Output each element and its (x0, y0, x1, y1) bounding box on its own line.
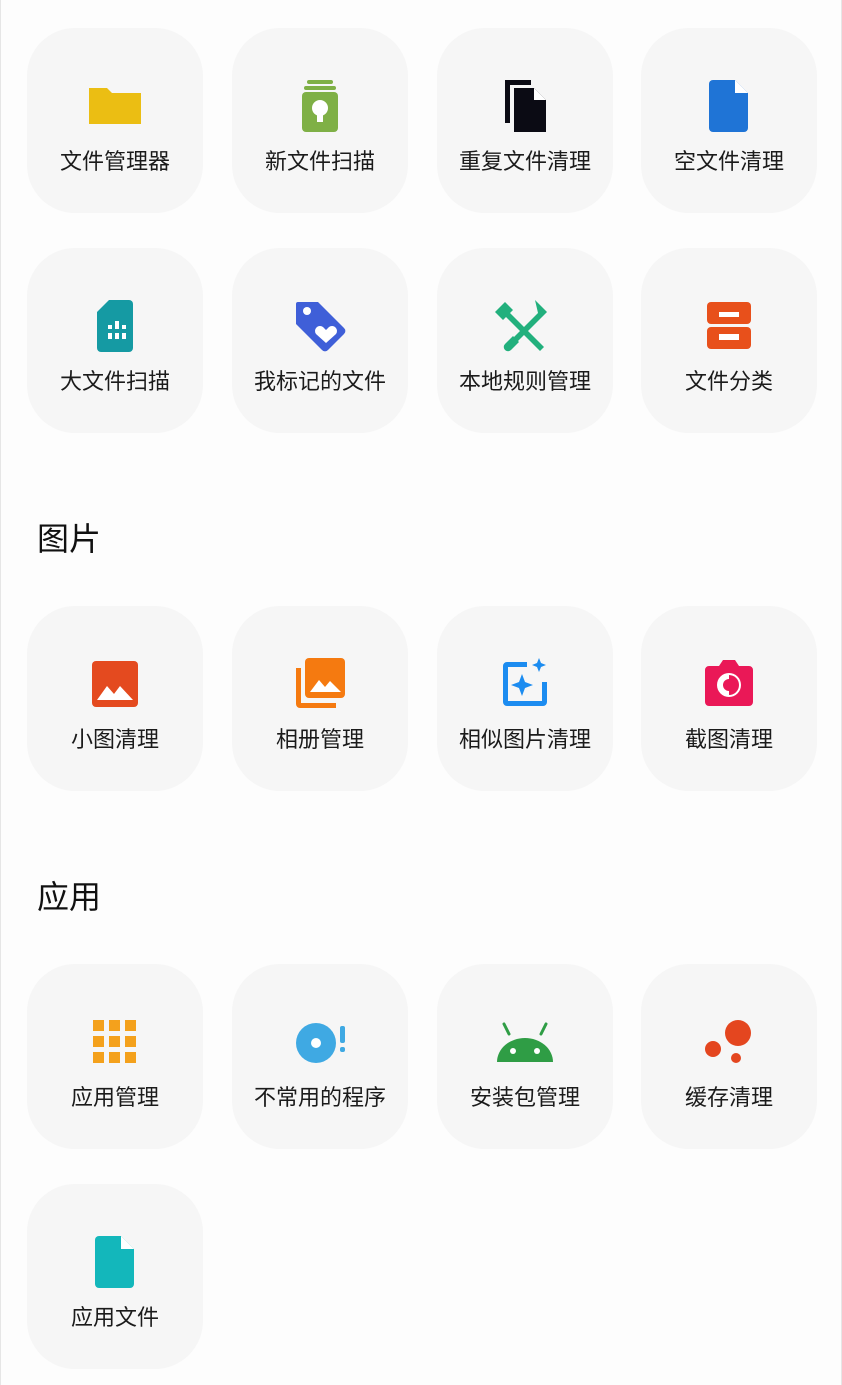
inbox-tray-icon (699, 296, 759, 356)
app-files-tile[interactable]: 应用文件 (27, 1184, 203, 1369)
camera-icon (699, 654, 759, 714)
images-section-title: 图片 (37, 520, 102, 558)
tile-label: 安装包管理 (469, 1086, 580, 1111)
similar-images-tile[interactable]: 相似图片清理 (437, 606, 613, 791)
tile-label: 大文件扫描 (59, 370, 170, 395)
apps-section-title: 应用 (37, 878, 102, 916)
file-category-tile[interactable]: 文件分类 (641, 248, 817, 433)
marked-files-tile[interactable]: 我标记的文件 (232, 248, 408, 433)
tile-label: 应用管理 (70, 1086, 159, 1111)
tile-label: 空文件清理 (673, 150, 784, 175)
tile-label: 缓存清理 (684, 1086, 773, 1111)
tile-label: 不常用的程序 (253, 1086, 386, 1111)
sparkle-image-icon (495, 654, 555, 714)
cache-bubbles-icon (699, 1012, 759, 1072)
new-file-scan-tile[interactable]: 新文件扫描 (232, 28, 408, 213)
image-icon (85, 654, 145, 714)
tile-label: 本地规则管理 (458, 370, 591, 395)
tile-label: 我标记的文件 (253, 370, 386, 395)
file-manager-tile[interactable]: 文件管理器 (27, 28, 203, 213)
heart-tag-icon (290, 296, 350, 356)
tile-label: 相似图片清理 (458, 728, 591, 753)
sd-card-icon (85, 296, 145, 356)
unused-apps-tile[interactable]: 不常用的程序 (232, 964, 408, 1149)
tools-icon (495, 296, 555, 356)
tools-page: 文件管理器 新文件扫描 重复文件清理 空文件清理 大文件扫描 我标记的文件 本地… (0, 0, 842, 1385)
screenshot-cleanup-tile[interactable]: 截图清理 (641, 606, 817, 791)
android-icon (495, 1012, 555, 1072)
cache-cleanup-tile[interactable]: 缓存清理 (641, 964, 817, 1149)
tile-label: 新文件扫描 (264, 150, 375, 175)
app-manage-tile[interactable]: 应用管理 (27, 964, 203, 1149)
empty-file-tile[interactable]: 空文件清理 (641, 28, 817, 213)
large-file-scan-tile[interactable]: 大文件扫描 (27, 248, 203, 433)
photo-library-icon (290, 654, 350, 714)
small-image-cleanup-tile[interactable]: 小图清理 (27, 606, 203, 791)
tile-label: 重复文件清理 (458, 150, 591, 175)
app-grid-icon (85, 1012, 145, 1072)
tile-label: 应用文件 (70, 1306, 159, 1331)
duplicate-files-tile[interactable]: 重复文件清理 (437, 28, 613, 213)
tile-label: 小图清理 (70, 728, 159, 753)
tile-label: 相册管理 (275, 728, 364, 753)
new-file-scan-icon (290, 76, 350, 136)
folder-icon (85, 76, 145, 136)
tile-label: 文件管理器 (59, 150, 170, 175)
install-package-tile[interactable]: 安装包管理 (437, 964, 613, 1149)
tile-label: 文件分类 (684, 370, 773, 395)
tile-label: 截图清理 (684, 728, 773, 753)
album-manage-tile[interactable]: 相册管理 (232, 606, 408, 791)
unused-app-icon (290, 1012, 350, 1072)
local-rules-tile[interactable]: 本地规则管理 (437, 248, 613, 433)
app-file-icon (85, 1232, 145, 1292)
duplicate-files-icon (495, 76, 555, 136)
empty-file-icon (699, 76, 759, 136)
